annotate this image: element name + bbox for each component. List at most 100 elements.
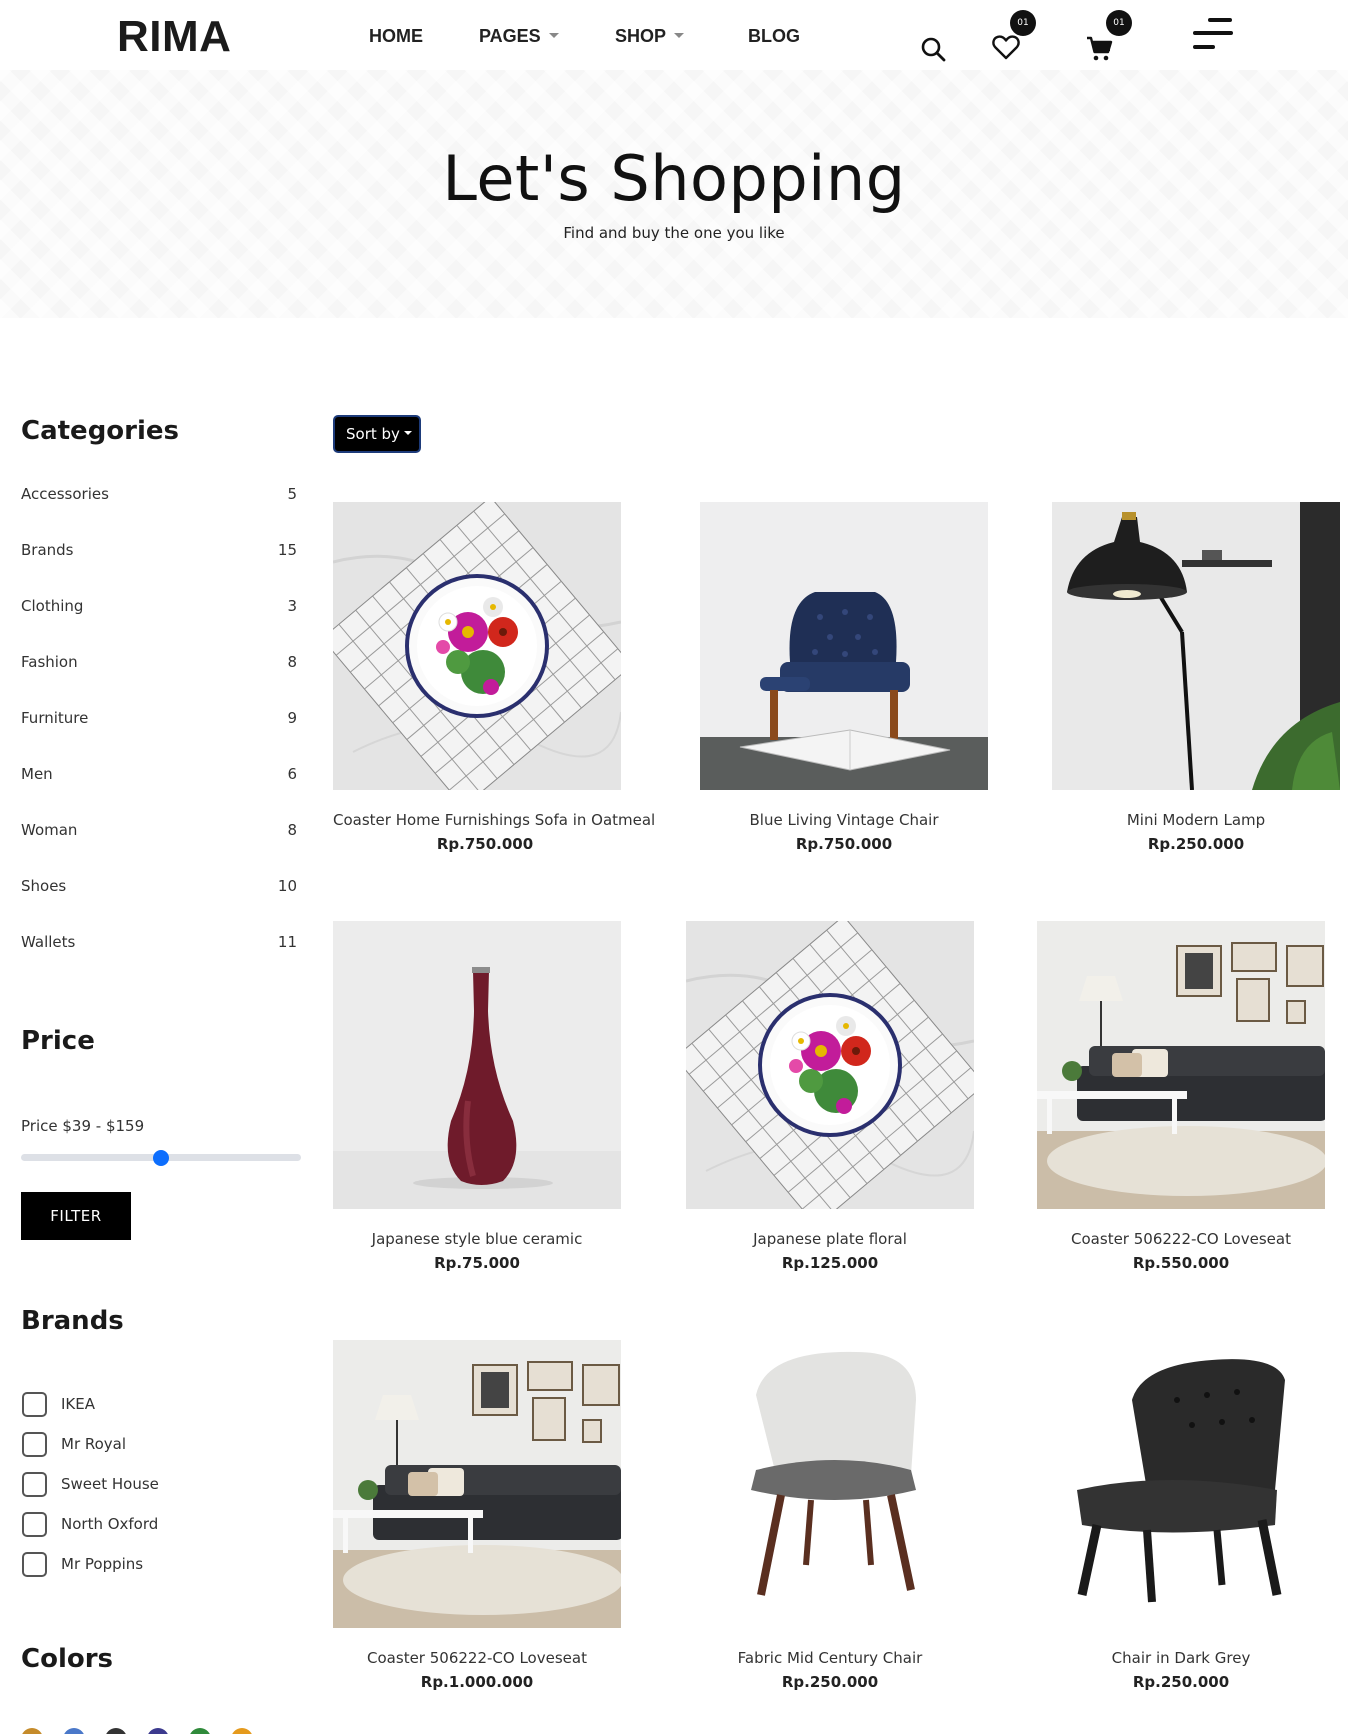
nav-shop[interactable]: SHOP xyxy=(615,26,685,47)
category-item-men[interactable]: Men 6 xyxy=(21,765,297,787)
product-image-living-room[interactable] xyxy=(333,1340,621,1628)
sort-dropdown[interactable]: Sort by xyxy=(333,415,421,453)
category-count: 6 xyxy=(287,765,297,783)
product-image-blue-chair[interactable] xyxy=(700,502,988,790)
category-name: Accessories xyxy=(21,485,109,503)
chevron-down-icon xyxy=(548,32,559,38)
product-image-grey-chair[interactable] xyxy=(686,1340,974,1628)
wishlist-count-badge: 01 xyxy=(1010,10,1036,36)
product-image-floor-lamp[interactable] xyxy=(1052,502,1340,790)
categories-heading: Categories xyxy=(21,416,180,446)
product-name[interactable]: Fabric Mid Century Chair xyxy=(675,1649,985,1667)
category-count: 8 xyxy=(287,653,297,671)
category-item-accessories[interactable]: Accessories 5 xyxy=(21,485,297,507)
product-image-floral-plate[interactable] xyxy=(686,921,974,1209)
color-swatch[interactable] xyxy=(189,1728,211,1734)
cart-icon xyxy=(1087,36,1113,61)
site-logo[interactable]: RIMA xyxy=(117,12,231,62)
product-name[interactable]: Mini Modern Lamp xyxy=(1041,811,1348,829)
product-name[interactable]: Blue Living Vintage Chair xyxy=(689,811,999,829)
category-count: 11 xyxy=(277,933,297,951)
search-icon[interactable] xyxy=(920,36,946,66)
price-slider[interactable] xyxy=(21,1150,301,1166)
category-count: 8 xyxy=(287,821,297,839)
category-name: Clothing xyxy=(21,597,84,615)
nav-blog-label: BLOG xyxy=(748,26,800,46)
category-name: Fashion xyxy=(21,653,78,671)
price-slider-handle[interactable] xyxy=(153,1150,169,1166)
color-swatch[interactable] xyxy=(105,1728,127,1734)
product-price: Rp.250.000 xyxy=(1147,835,1245,853)
product-price: Rp.1.000.000 xyxy=(420,1673,534,1691)
brand-checkbox[interactable] xyxy=(22,1432,47,1457)
price-range-label: Price $39 - $159 xyxy=(21,1117,145,1135)
category-item-shoes[interactable]: Shoes 10 xyxy=(21,877,297,899)
chevron-down-icon xyxy=(674,32,685,38)
product-image-dark-chair[interactable] xyxy=(1037,1340,1325,1628)
category-name: Shoes xyxy=(21,877,67,895)
category-item-brands[interactable]: Brands 15 xyxy=(21,541,297,563)
brand-label: North Oxford xyxy=(61,1515,159,1533)
brand-label: Mr Poppins xyxy=(61,1555,144,1573)
brand-checkbox[interactable] xyxy=(22,1512,47,1537)
wishlist-button[interactable]: 01 xyxy=(992,10,1036,64)
category-name: Brands xyxy=(21,541,74,559)
product-image-living-room[interactable] xyxy=(1037,921,1325,1209)
category-item-wallets[interactable]: Wallets 11 xyxy=(21,933,297,955)
cart-count-badge: 01 xyxy=(1106,10,1132,36)
category-name: Men xyxy=(21,765,53,783)
color-swatch[interactable] xyxy=(21,1728,43,1734)
product-name[interactable]: Coaster 506222-CO Loveseat xyxy=(1026,1230,1336,1248)
menu-icon[interactable] xyxy=(1192,18,1234,54)
page-subtitle: Find and buy the one you like xyxy=(563,224,785,242)
product-price: Rp.750.000 xyxy=(795,835,893,853)
category-item-furniture[interactable]: Furniture 9 xyxy=(21,709,297,731)
color-swatch[interactable] xyxy=(231,1728,253,1734)
category-name: Furniture xyxy=(21,709,89,727)
product-name[interactable]: Japanese plate floral xyxy=(675,1230,985,1248)
brand-checkbox[interactable] xyxy=(22,1472,47,1497)
sort-label: Sort by xyxy=(346,425,400,443)
product-name[interactable]: Chair in Dark Grey xyxy=(1026,1649,1336,1667)
category-name: Woman xyxy=(21,821,78,839)
nav-pages-label: PAGES xyxy=(479,26,541,46)
product-price: Rp.750.000 xyxy=(436,835,534,853)
category-name: Wallets xyxy=(21,933,76,951)
page-banner: Let's Shopping Find and buy the one you … xyxy=(0,70,1348,318)
brand-label: Mr Royal xyxy=(61,1435,127,1453)
category-item-fashion[interactable]: Fashion 8 xyxy=(21,653,297,675)
price-heading: Price xyxy=(21,1026,95,1056)
product-name[interactable]: Coaster 506222-CO Loveseat xyxy=(322,1649,632,1667)
category-item-woman[interactable]: Woman 8 xyxy=(21,821,297,843)
nav-home-label: HOME xyxy=(369,26,423,46)
nav-home[interactable]: HOME xyxy=(369,26,423,47)
filter-button[interactable]: FILTER xyxy=(21,1192,131,1240)
nav-blog[interactable]: BLOG xyxy=(748,26,800,47)
brand-label: Sweet House xyxy=(61,1475,159,1493)
product-name[interactable]: Coaster Home Furnishings Sofa in Oatmeal xyxy=(333,811,655,829)
product-image-floral-plate[interactable] xyxy=(333,502,621,790)
category-count: 3 xyxy=(287,597,297,615)
cart-button[interactable]: 01 xyxy=(1086,10,1132,66)
brand-checkbox[interactable] xyxy=(22,1392,47,1417)
product-price: Rp.550.000 xyxy=(1132,1254,1230,1272)
category-count: 9 xyxy=(287,709,297,727)
brand-label: IKEA xyxy=(61,1395,95,1413)
product-name[interactable]: Japanese style blue ceramic xyxy=(322,1230,632,1248)
category-count: 5 xyxy=(287,485,297,503)
category-count: 15 xyxy=(277,541,297,559)
product-price: Rp.250.000 xyxy=(1132,1673,1230,1691)
product-image-red-vase[interactable] xyxy=(333,921,621,1209)
site-header: RIMA HOME PAGES SHOP BLOG 01 01 xyxy=(0,0,1348,70)
brands-heading: Brands xyxy=(21,1306,124,1336)
color-swatch[interactable] xyxy=(63,1728,85,1734)
page-title: Let's Shopping xyxy=(442,142,906,215)
product-price: Rp.250.000 xyxy=(781,1673,879,1691)
colors-heading: Colors xyxy=(21,1644,114,1674)
brand-checkbox[interactable] xyxy=(22,1552,47,1577)
product-price: Rp.75.000 xyxy=(434,1254,520,1272)
product-price: Rp.125.000 xyxy=(781,1254,879,1272)
category-item-clothing[interactable]: Clothing 3 xyxy=(21,597,297,619)
color-swatch[interactable] xyxy=(147,1728,169,1734)
nav-pages[interactable]: PAGES xyxy=(479,26,559,47)
